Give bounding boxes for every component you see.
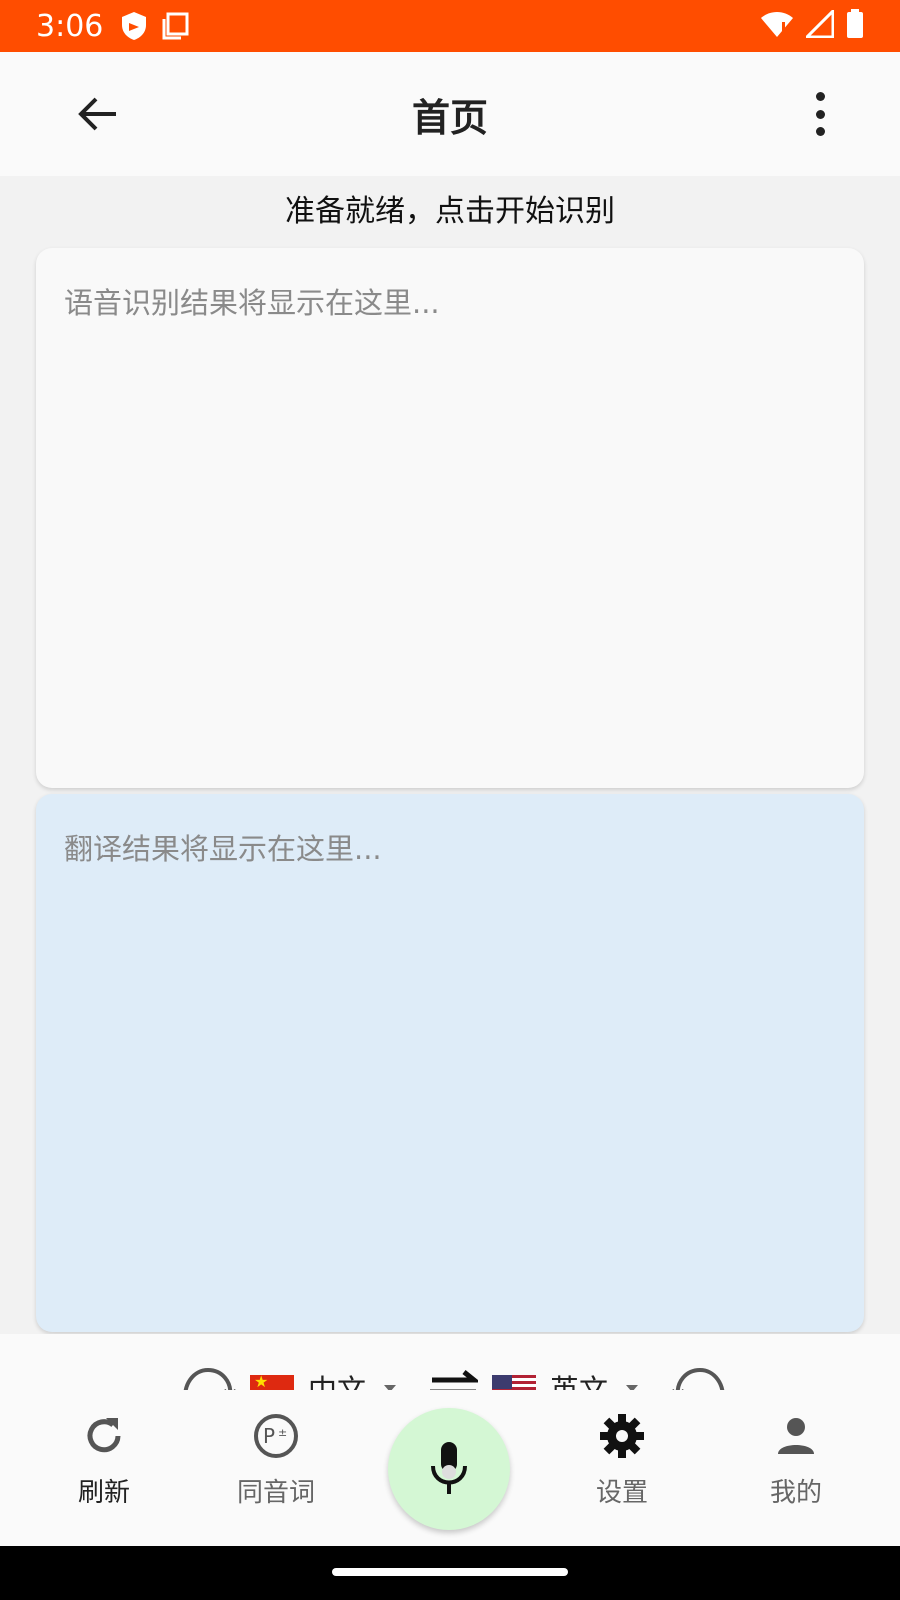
home-gesture-handle[interactable] [332, 1568, 568, 1576]
nav-refresh[interactable]: 刷新 [44, 1412, 164, 1509]
person-icon [776, 1412, 816, 1460]
mic-icon [431, 1442, 467, 1494]
rotate-left-icon[interactable] [180, 1364, 236, 1390]
recognition-status-text: 准备就绪，点击开始识别 [285, 194, 615, 229]
app-bar: 首页 [0, 52, 900, 176]
recognition-result-card[interactable]: 语音识别结果将显示在这里... [36, 248, 864, 788]
battery-icon [846, 9, 864, 43]
more-options-button[interactable] [810, 92, 830, 136]
nav-homophone-label: 同音词 [236, 1478, 315, 1508]
nav-settings[interactable]: 设置 [562, 1412, 682, 1509]
swap-languages-icon[interactable] [426, 1366, 482, 1390]
svg-text:±: ± [278, 1426, 287, 1439]
translation-result-placeholder: 翻译结果将显示在这里... [64, 832, 382, 866]
nav-refresh-label: 刷新 [77, 1478, 130, 1508]
status-time: 3:06 [36, 8, 104, 44]
source-language-selector[interactable]: 中文 [308, 1367, 366, 1390]
china-flag-icon [250, 1372, 294, 1390]
us-flag-icon [492, 1375, 537, 1390]
system-navigation-bar [0, 1546, 900, 1600]
svg-text:P: P [263, 1424, 275, 1448]
microphone-button[interactable] [388, 1408, 510, 1530]
rotate-right-icon[interactable] [672, 1364, 728, 1390]
target-language-selector[interactable]: 英文 [550, 1367, 608, 1390]
recognition-result-placeholder: 语音识别结果将显示在这里... [64, 286, 440, 320]
more-vert-icon [815, 92, 825, 101]
back-button[interactable] [74, 90, 122, 138]
nav-mine-label: 我的 [769, 1478, 822, 1508]
language-bar: 中文 英文 [0, 1334, 900, 1390]
nav-settings-label: 设置 [595, 1478, 648, 1508]
copy-icon [161, 12, 189, 40]
status-bar: 3:06 [0, 0, 900, 52]
wifi-icon [760, 10, 794, 42]
status-right [760, 7, 864, 43]
arrow-left-icon [78, 97, 116, 131]
translation-result-card[interactable]: 翻译结果将显示在这里... [36, 794, 864, 1332]
signal-icon [803, 7, 835, 42]
gear-icon [599, 1412, 645, 1460]
shield-icon [121, 11, 147, 41]
homophone-icon: P ± [252, 1412, 300, 1460]
page-title: 首页 [411, 95, 488, 140]
nav-homophone[interactable]: P ± 同音词 [216, 1412, 336, 1509]
refresh-icon [82, 1412, 126, 1460]
nav-mine[interactable]: 我的 [736, 1412, 856, 1509]
